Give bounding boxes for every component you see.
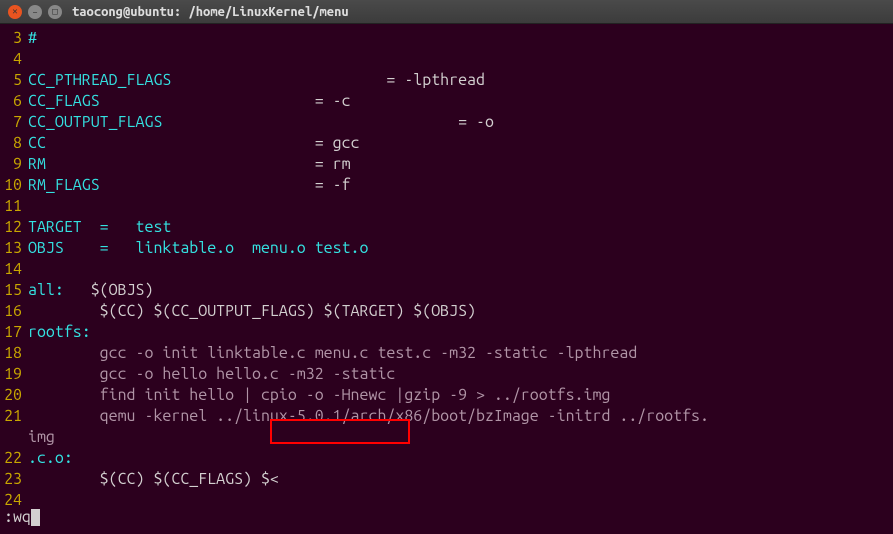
makefile-cmd: $(CC) $(CC_OUTPUT_FLAGS) $(TARGET) $(OBJ… [28,301,476,322]
code-line: 14 [0,259,893,280]
code-line: 18 gcc -o init linktable.c menu.c test.c… [0,343,893,364]
line-number: 5 [0,70,28,91]
makefile-val: = gcc [315,134,360,152]
makefile-cmd: qemu -kernel ../linux-5.0.1/arch/x86/boo… [28,406,709,427]
line-number: 8 [0,133,28,154]
code-line: 4 [0,49,893,70]
code-line: 7 CC_OUTPUT_FLAGS = -o [0,112,893,133]
makefile-assign: TARGET = test [28,217,171,238]
makefile-val: = rm [315,155,351,173]
makefile-assign: OBJS = linktable.o menu.o test.o [28,238,368,259]
line-number: 14 [0,259,28,280]
line-number: 19 [0,364,28,385]
line-number: 13 [0,238,28,259]
makefile-var: CC_PTHREAD_FLAGS [28,71,171,89]
code-line: 13 OBJS = linktable.o menu.o test.o [0,238,893,259]
code-line: 17 rootfs: [0,322,893,343]
makefile-cmd: gcc -o hello hello.c -m32 -static [28,364,395,385]
code-line: 10 RM_FLAGS = -f [0,175,893,196]
code-line: 24 [0,490,893,511]
makefile-val: = -f [315,176,351,194]
terminal-body[interactable]: 3 # 4 5 CC_PTHREAD_FLAGS = -lpthread 6 C… [0,24,893,534]
code-line: 5 CC_PTHREAD_FLAGS = -lpthread [0,70,893,91]
makefile-var: RM_FLAGS [28,176,100,194]
line-number: 7 [0,112,28,133]
line-number: 23 [0,469,28,490]
makefile-var: RM [28,155,46,173]
cursor-icon [31,509,40,526]
comment: # [28,28,37,49]
vim-command-text: :wq [4,507,31,528]
makefile-cmd: $(CC) $(CC_FLAGS) $< [28,469,279,490]
maximize-icon[interactable]: □ [48,5,62,19]
code-line: img [0,427,893,448]
line-number: 16 [0,301,28,322]
code-line: 21 qemu -kernel ../linux-5.0.1/arch/x86/… [0,406,893,427]
makefile-target: all: [28,281,64,299]
line-number: 10 [0,175,28,196]
code-line: 15 all: $(OBJS) [0,280,893,301]
line-number: 9 [0,154,28,175]
minimize-icon[interactable]: − [28,5,42,19]
makefile-val: = -c [315,92,351,110]
line-number: 18 [0,343,28,364]
window-controls: ✕ − □ [8,5,62,19]
makefile-target: rootfs: [28,322,91,343]
code-line: 6 CC_FLAGS = -c [0,91,893,112]
makefile-target: .c.o: [28,448,73,469]
makefile-var: CC_OUTPUT_FLAGS [28,113,162,131]
code-line: 23 $(CC) $(CC_FLAGS) $< [0,469,893,490]
makefile-cmd-wrap: img [28,427,55,448]
makefile-cmd: find init hello | cpio -o -Hnewc |gzip -… [28,385,610,406]
makefile-val: = -lpthread [386,71,485,89]
makefile-deps: $(OBJS) [64,281,154,299]
vim-command-line[interactable]: :wq [4,507,40,528]
code-line: 9 RM = rm [0,154,893,175]
close-icon[interactable]: ✕ [8,5,22,19]
line-number: 15 [0,280,28,301]
line-number: 12 [0,217,28,238]
makefile-var: CC [28,134,46,152]
code-line: 3 # [0,28,893,49]
code-line: 8 CC = gcc [0,133,893,154]
line-number: 11 [0,196,28,217]
line-number: 20 [0,385,28,406]
code-line: 20 find init hello | cpio -o -Hnewc |gzi… [0,385,893,406]
code-line: 22 .c.o: [0,448,893,469]
makefile-cmd: gcc -o init linktable.c menu.c test.c -m… [28,343,637,364]
code-line: 11 [0,196,893,217]
line-number: 21 [0,406,28,427]
line-number [0,427,28,448]
makefile-val: = -o [458,113,494,131]
line-number: 17 [0,322,28,343]
window-title: taocong@ubuntu: /home/LinuxKernel/menu [72,5,349,19]
line-number: 3 [0,28,28,49]
code-line: 16 $(CC) $(CC_OUTPUT_FLAGS) $(TARGET) $(… [0,301,893,322]
titlebar: ✕ − □ taocong@ubuntu: /home/LinuxKernel/… [0,0,893,24]
line-number: 4 [0,49,28,70]
code-line: 19 gcc -o hello hello.c -m32 -static [0,364,893,385]
makefile-var: CC_FLAGS [28,92,100,110]
line-number: 6 [0,91,28,112]
code-line: 12 TARGET = test [0,217,893,238]
line-number: 22 [0,448,28,469]
